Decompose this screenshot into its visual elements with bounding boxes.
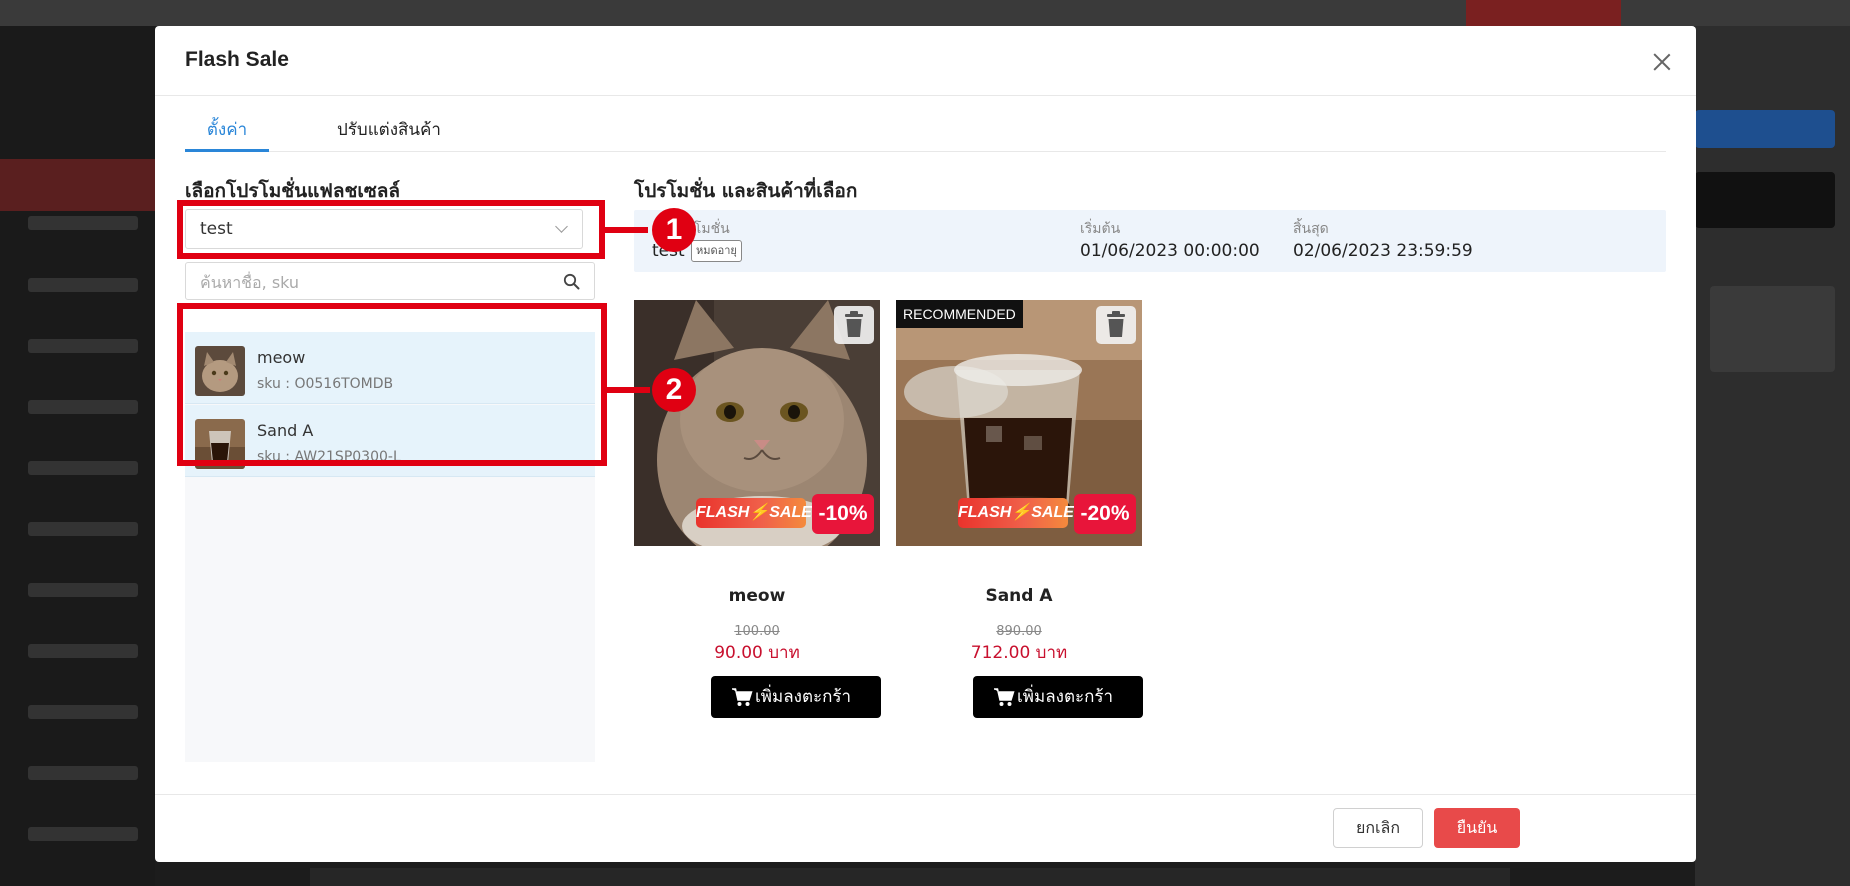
trash-icon[interactable] — [1096, 306, 1136, 344]
flash-sale-badge: FLASH⚡SALE — [958, 498, 1074, 528]
background-sidebar-item — [28, 522, 138, 536]
product-name: Sand A — [985, 586, 1053, 606]
original-price: 890.00 — [996, 624, 1042, 639]
annotation-connector-1 — [604, 227, 648, 233]
annotation-connector-2 — [606, 387, 650, 393]
cart-icon — [994, 688, 1015, 706]
end-label: สิ้นสุด — [1293, 221, 1329, 237]
background-dark-panel — [1695, 172, 1835, 228]
discount-badge: -20% — [1074, 494, 1136, 534]
background-sidebar-item — [28, 278, 138, 292]
add-to-cart-button[interactable]: เพิ่มลงตะกร้า — [711, 676, 881, 718]
product-card: RECOMMENDED FLASH⚡SALE -20% Sand A 890.0… — [896, 300, 1143, 720]
sale-price: 712.00 บาท — [970, 643, 1068, 663]
background-sidebar-item — [28, 705, 138, 719]
status-badge: หมดอายุ — [691, 240, 742, 262]
background-bottom-bar — [310, 868, 1510, 886]
modal-header: Flash Sale — [155, 26, 1696, 96]
annotation-box-1 — [177, 200, 605, 259]
background-sidebar — [0, 26, 155, 886]
add-to-cart-button[interactable]: เพิ่มลงตะกร้า — [973, 676, 1143, 718]
annotation-marker-1: 1 — [652, 208, 696, 252]
background-sidebar-item — [28, 644, 138, 658]
original-price: 100.00 — [734, 624, 780, 639]
start-label: เริ่มต้น — [1080, 221, 1121, 237]
background-content — [1695, 26, 1850, 886]
selected-promotion-heading: โปรโมชั่น และสินค้าที่เลือก — [634, 180, 858, 202]
background-sidebar-active-item — [0, 159, 155, 211]
background-sidebar-item — [28, 461, 138, 475]
background-sidebar-item — [28, 583, 138, 597]
product-card: FLASH⚡SALE -10% meow 100.00 90.00 บาท เพ… — [634, 300, 881, 720]
background-blue-button — [1695, 110, 1835, 148]
product-image: RECOMMENDED FLASH⚡SALE -20% — [896, 300, 1142, 546]
sale-price: 90.00 บาท — [714, 643, 800, 663]
product-search-input[interactable] — [200, 271, 540, 293]
product-image: FLASH⚡SALE -10% — [634, 300, 880, 546]
product-name: meow — [728, 586, 786, 606]
background-sidebar-item — [28, 766, 138, 780]
tab-settings[interactable]: ตั้งค่า — [185, 110, 269, 152]
annotation-box-2 — [177, 303, 607, 466]
background-box — [1710, 286, 1835, 372]
background-sidebar-item — [28, 216, 138, 230]
add-to-cart-label: เพิ่มลงตะกร้า — [755, 687, 852, 707]
discount-badge: -10% — [812, 494, 874, 534]
confirm-button[interactable]: ยืนยัน — [1434, 808, 1520, 848]
trash-icon[interactable] — [834, 306, 874, 344]
start-datetime: 01/06/2023 00:00:00 — [1080, 241, 1260, 261]
close-icon[interactable] — [1652, 52, 1672, 72]
promotion-summary: ชื่อโปรโมชั่น test หมดอายุ เริ่มต้น 01/0… — [634, 210, 1666, 272]
modal-tabs: ตั้งค่า ปรับแต่งสินค้า — [185, 110, 1666, 152]
modal-title: Flash Sale — [185, 48, 289, 71]
add-to-cart-label: เพิ่มลงตะกร้า — [1017, 687, 1114, 707]
end-datetime: 02/06/2023 23:59:59 — [1293, 241, 1473, 261]
search-icon[interactable] — [563, 273, 580, 290]
annotation-marker-2: 2 — [652, 368, 696, 412]
background-sidebar-item — [28, 400, 138, 414]
cart-icon — [732, 688, 753, 706]
flash-sale-badge: FLASH⚡SALE — [696, 498, 812, 528]
background-sidebar-item — [28, 827, 138, 841]
recommended-tag: RECOMMENDED — [896, 300, 1023, 328]
product-search — [185, 262, 595, 300]
background-button — [1466, 0, 1621, 26]
cancel-button[interactable]: ยกเลิก — [1333, 808, 1423, 848]
tab-customize-products[interactable]: ปรับแต่งสินค้า — [337, 110, 441, 152]
background-sidebar-item — [28, 339, 138, 353]
